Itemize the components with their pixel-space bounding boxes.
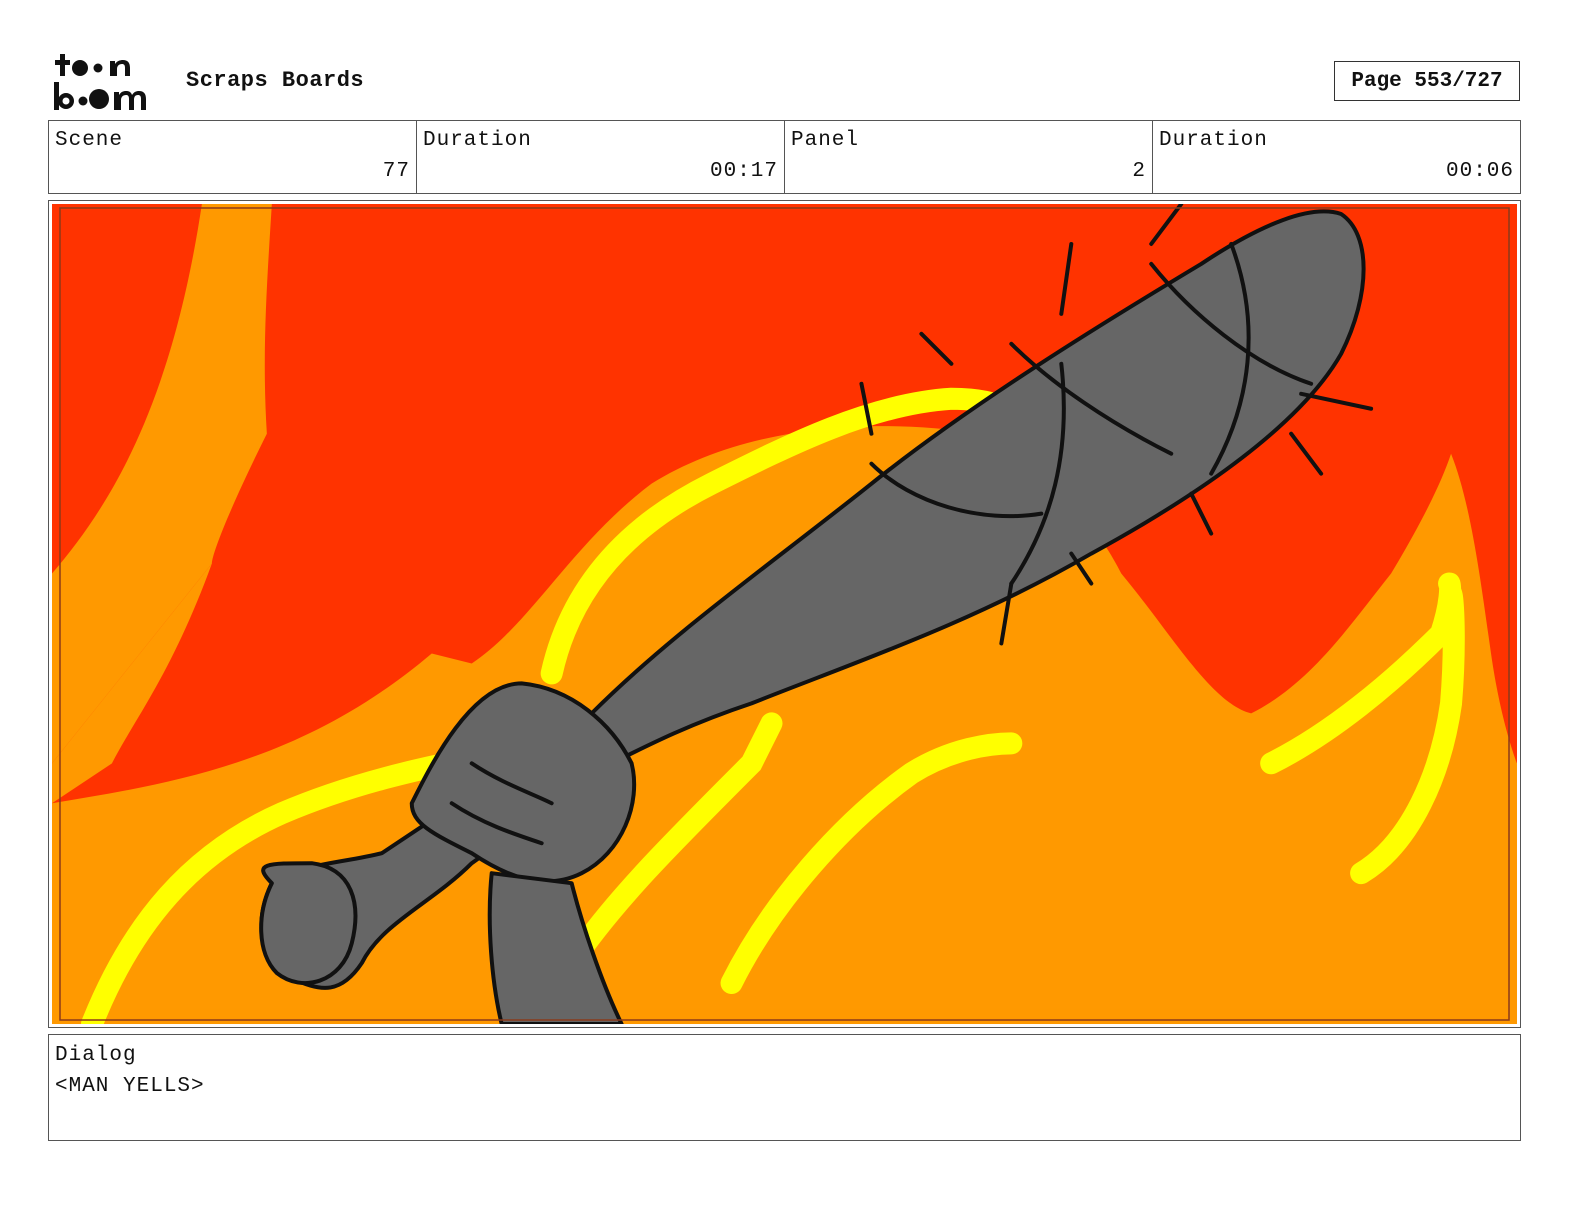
toon-boom-logo — [54, 54, 146, 110]
bat-knob — [259, 861, 358, 985]
scene-value: 77 — [382, 160, 410, 183]
panel-duration-cell: Duration 00:06 — [1153, 121, 1520, 193]
board-title: Scraps Boards — [186, 68, 365, 93]
panel-cell: Panel 2 — [785, 121, 1153, 193]
scene-cell: Scene 77 — [49, 121, 417, 193]
scene-duration-cell: Duration 00:17 — [417, 121, 785, 193]
panel-illustration — [52, 204, 1517, 1024]
panel-duration-value: 00:06 — [1445, 160, 1514, 183]
info-table: Scene 77 Duration 00:17 Panel 2 Duration… — [48, 120, 1521, 194]
panel-label: Panel — [791, 129, 860, 152]
scene-duration-value: 00:17 — [709, 160, 778, 183]
dialog-box: Dialog <MAN YELLS> — [48, 1034, 1521, 1141]
dialog-text: <MAN YELLS> — [55, 1075, 205, 1098]
page-indicator: Page 553/727 — [1334, 61, 1520, 101]
panel-value: 2 — [1132, 160, 1146, 183]
dialog-label: Dialog — [55, 1044, 137, 1067]
panel-duration-label: Duration — [1159, 129, 1268, 152]
scene-duration-label: Duration — [423, 129, 532, 152]
scene-label: Scene — [55, 129, 124, 152]
panel-frame — [48, 200, 1521, 1028]
